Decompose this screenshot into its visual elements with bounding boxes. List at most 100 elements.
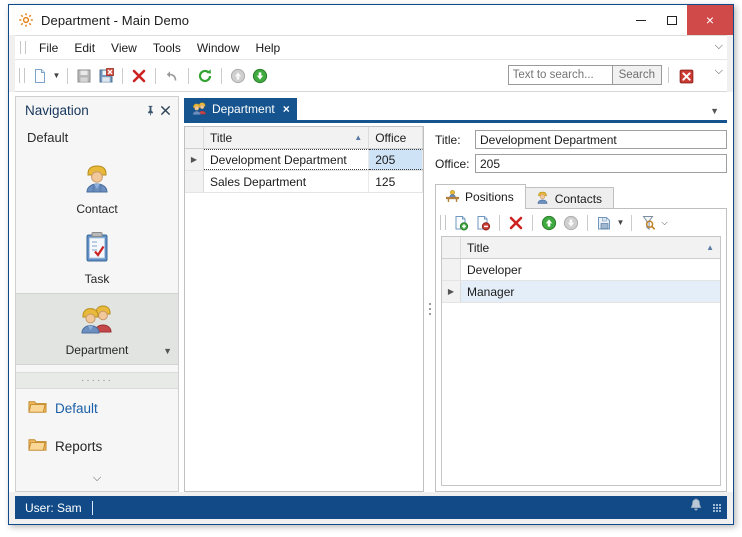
row-indicator [442,259,461,280]
table-row[interactable]: Sales Department 125 [185,171,423,193]
detail-panel: Title: Office: [435,126,727,492]
tab-positions[interactable]: Positions [435,184,526,209]
column-header-office[interactable]: Office [369,127,423,148]
move-down-icon[interactable] [560,212,582,234]
minimize-button[interactable] [625,5,656,35]
cell-office[interactable]: 125 [369,171,423,192]
new-dropdown-caret-icon[interactable]: ▼ [51,65,62,87]
export-dropdown-caret-icon[interactable]: ▼ [615,212,626,234]
search-group: Search [507,65,697,87]
navigation-title: Navigation [25,103,89,118]
sort-ascending-icon: ▲ [706,243,714,252]
sidebar-item-contact[interactable]: Contact [16,153,178,223]
sidebar-item-label: Task [84,271,110,286]
chevron-down-icon[interactable]: ▼ [163,346,172,356]
toolbar-drag-grip[interactable] [19,68,25,83]
splitter-grip-icon [428,303,431,315]
chevron-down-icon[interactable]: ⌵ [715,65,723,78]
save-and-close-icon[interactable] [95,65,117,87]
cell-title[interactable]: Developer [461,259,720,280]
menu-item-window[interactable]: Window [189,38,248,58]
office-field[interactable] [475,154,727,173]
table-row[interactable]: Developer [442,259,720,281]
menu-item-tools[interactable]: Tools [145,38,189,58]
tab-contacts[interactable]: Contacts [524,187,615,209]
maximize-button[interactable] [656,5,687,35]
positions-toolbar: ▼ ⌵ [436,209,726,236]
menu-item-file[interactable]: File [31,38,66,58]
gear-icon [18,12,34,28]
move-up-icon[interactable] [538,212,560,234]
close-button[interactable]: × [687,5,733,35]
new-icon[interactable] [29,65,51,87]
toolbar-separator [155,67,156,84]
title-bar: Department - Main Demo × [9,5,733,35]
department-people-icon [192,101,207,118]
status-divider [91,500,93,515]
menu-item-edit[interactable]: Edit [66,38,103,58]
main-toolbar: ▼ Text to search... Search ⌵ [15,60,727,92]
sidebar-item-task[interactable]: Task [16,223,178,293]
grid-header-row: Title ▲ [442,237,720,259]
cell-title[interactable]: Manager [461,281,720,302]
overflow-chevron-icon[interactable]: ⌵ [659,212,670,234]
new-record-icon[interactable] [450,212,472,234]
delete-icon[interactable] [128,65,150,87]
save-icon[interactable] [73,65,95,87]
clear-search-icon[interactable] [675,65,697,87]
sidebar-item-label: Contact [76,201,118,216]
table-row[interactable]: ▶ Development Department 205 [185,149,423,171]
navigation-splitter[interactable]: ······ [16,372,178,389]
minimize-icon [635,19,646,21]
chevron-down-icon[interactable]: ⌵ [715,40,723,53]
column-header-title[interactable]: Title ▲ [461,237,720,258]
move-up-icon[interactable] [227,65,249,87]
search-button[interactable]: Search [611,65,662,85]
cell-title[interactable]: Development Department [204,149,370,170]
toolbar-separator [668,67,669,83]
tab-department[interactable]: Department × [184,98,297,120]
export-icon[interactable] [593,212,615,234]
pin-icon[interactable] [143,103,158,118]
cell-office[interactable]: 205 [369,149,423,170]
column-header-title[interactable]: Title ▲ [204,127,370,148]
folder-icon [28,436,47,457]
department-people-icon [80,302,114,339]
filter-icon[interactable] [637,212,659,234]
caret-down-icon[interactable]: ▼ [710,106,719,116]
document-area: Department × ▼ Title ▲ Office ▶ Developm… [184,96,727,492]
navigation-expand-button[interactable]: ⌵ [16,465,178,491]
resize-grip-icon[interactable] [713,503,721,512]
title-field[interactable] [475,130,727,149]
menu-item-view[interactable]: View [103,38,145,58]
search-input[interactable] [507,65,612,85]
delete-icon[interactable] [505,212,527,234]
cell-title[interactable]: Sales Department [204,171,370,192]
detail-tab-strip: Positions Contacts [435,184,727,209]
close-icon[interactable]: × [283,102,290,116]
tab-label: Contacts [554,191,603,206]
toolbar-separator [67,67,68,84]
status-right-group [689,497,721,518]
sidebar-item-department[interactable]: Department ▼ [16,293,178,365]
menu-drag-grip[interactable] [20,41,26,54]
table-row[interactable]: ▶ Manager [442,281,720,303]
toolbar-drag-grip[interactable] [440,215,446,230]
row-indicator: ▶ [442,281,461,302]
sidebar-link-reports[interactable]: Reports [16,427,178,465]
bell-icon[interactable] [689,497,703,518]
grid-header-row: Title ▲ Office [185,127,423,149]
tab-label: Department [212,102,275,116]
move-down-icon[interactable] [249,65,271,87]
undo-icon[interactable] [161,65,183,87]
close-icon[interactable] [158,103,173,118]
menu-item-help[interactable]: Help [248,38,289,58]
refresh-icon[interactable] [194,65,216,87]
sidebar-link-default[interactable]: Default [16,389,178,427]
column-header-label: Title [467,240,490,255]
app-root: Department - Main Demo × File Edit View … [0,0,742,537]
remove-record-icon[interactable] [472,212,494,234]
panel-splitter[interactable] [424,126,435,492]
grid-empty-area [442,303,720,485]
toolbar-separator [499,214,500,231]
